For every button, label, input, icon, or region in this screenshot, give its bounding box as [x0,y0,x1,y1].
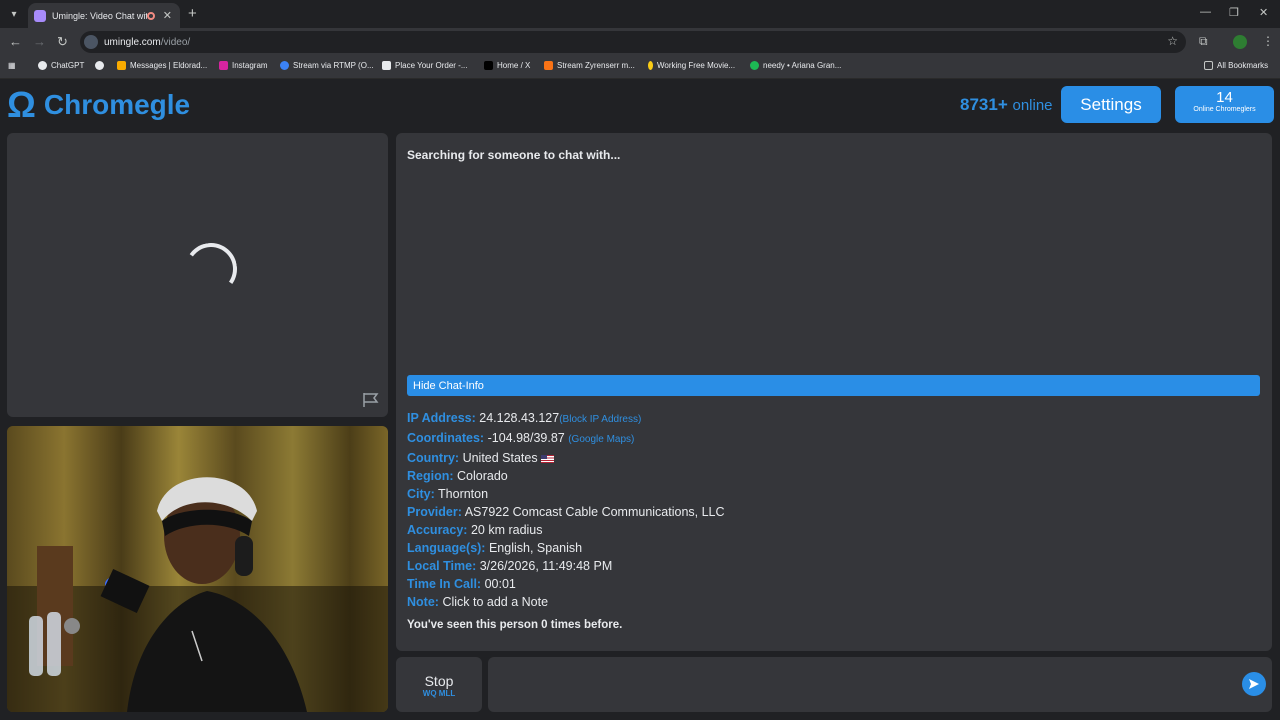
chromegle-page: Ω Chromegle 8731+ online Settings 14 Onl… [0,79,1280,720]
close-window-icon[interactable]: ✕ [1259,6,1268,19]
chat-panel: Searching for someone to chat with... Hi… [396,133,1272,651]
info-coordinates: Coordinates: -104.98/39.87 (Google Maps) [407,431,635,445]
logo[interactable]: Ω Chromegle [7,87,190,123]
webcam-feed-image [7,426,388,712]
chat-info: IP Address: 24.128.43.127(Block IP Addre… [407,409,725,611]
loading-spinner-icon [180,238,242,300]
omega-icon: Ω [7,84,36,125]
us-flag-icon [541,454,555,463]
info-local-time: Local Time: 3/26/2026, 11:49:48 PM [407,559,613,573]
recording-icon [146,11,155,20]
all-bookmarks[interactable]: All Bookmarks [1204,61,1268,70]
message-input[interactable] [488,657,1272,712]
tab-umingle[interactable]: Umingle: Video Chat with S ✕ [28,3,180,28]
stranger-video [7,133,388,417]
umingle-favicon-icon [34,9,46,22]
bookmark-chatgpt[interactable]: ChatGPT [38,61,84,70]
seen-count-text: You've seen this person 0 times before. [407,619,623,631]
chromeglers-label: Online Chromeglers [1193,106,1256,113]
profile-avatar[interactable] [1233,35,1247,49]
chromeglers-count: 14 [1216,89,1233,106]
block-ip-link[interactable]: (Block IP Address) [559,414,641,425]
bookmark-spotify[interactable]: needy • Ariana Gran... [750,61,841,70]
info-languages: Language(s): English, Spanish [407,541,583,555]
hide-chat-info-button[interactable]: Hide Chat-Info [407,375,1260,396]
info-region: Region: Colorado [407,469,508,483]
send-icon [1249,679,1259,689]
info-ip: IP Address: 24.128.43.127(Block IP Addre… [407,411,642,425]
online-counter: 8731+ online [960,95,1053,114]
google-maps-link[interactable]: (Google Maps) [568,434,634,445]
menu-icon[interactable]: ⋮ [1262,34,1274,48]
address-bar[interactable]: umingle.com/video/ ☆ [80,31,1186,53]
minimize-icon[interactable]: — [1200,6,1211,18]
bookmark-instagram[interactable]: Instagram [219,61,268,70]
info-provider: Provider: AS7922 Comcast Cable Communica… [407,505,725,519]
bookmarks-bar: ▦ ChatGPT Messages | Eldorad... Instagra… [0,56,1280,79]
logo-text: Chromegle [43,89,191,120]
self-camera-video [7,426,388,712]
tab-title: Umingle: Video Chat with S [52,10,147,21]
chat-status: Searching for someone to chat with... [407,148,621,162]
bookmark-star-icon[interactable]: ☆ [1167,34,1178,48]
tab-strip: ▾ Umingle: Video Chat with S ✕ + — ❐ ✕ [0,0,1280,28]
info-city: City: Thornton [407,487,489,501]
bookmark-messages[interactable]: Messages | Eldorad... [117,61,207,70]
info-country: Country: United States [407,449,725,467]
apps-icon[interactable]: ▦ [8,61,16,70]
back-icon[interactable]: ← [9,34,22,49]
stop-label: Stop [424,673,454,689]
site-info-icon[interactable] [84,35,98,49]
info-note[interactable]: Note: Click to add a Note [407,593,725,611]
extensions-icon[interactable]: ⧉ [1199,34,1208,49]
browser-toolbar: ← → ↻ umingle.com/video/ ☆ ⧉ ⋮ [0,28,1280,56]
close-tab-icon[interactable]: ✕ [163,9,172,22]
restore-icon[interactable]: ❐ [1229,6,1239,19]
send-button[interactable] [1242,672,1266,696]
bookmark-x[interactable]: Home / X [484,61,530,70]
bookmark-rtmp[interactable]: Stream via RTMP (O... [280,61,374,70]
report-flag-icon[interactable] [362,392,380,408]
info-time-in-call: Time In Call: 00:01 [407,577,516,591]
reload-icon[interactable]: ↻ [57,34,68,50]
settings-button[interactable]: Settings [1061,86,1161,123]
bookmark-order[interactable]: Place Your Order -... [382,61,467,70]
stop-button[interactable]: Stop WQ MLL [396,657,482,712]
new-tab-icon[interactable]: + [188,5,197,22]
info-accuracy: Accuracy: 20 km radius [407,523,543,537]
forward-icon[interactable]: → [33,34,46,49]
bookmark-globe[interactable] [95,61,108,70]
bookmark-stream[interactable]: Stream Zyrenserr m... [544,61,635,70]
url-text: umingle.com/video/ [104,36,191,48]
bookmark-movies[interactable]: Working Free Movie... [648,61,735,70]
tab-search-icon[interactable]: ▾ [6,6,22,22]
online-chromeglers-button[interactable]: 14 Online Chromeglers [1175,86,1274,123]
stop-hint: WQ MLL [422,689,456,698]
